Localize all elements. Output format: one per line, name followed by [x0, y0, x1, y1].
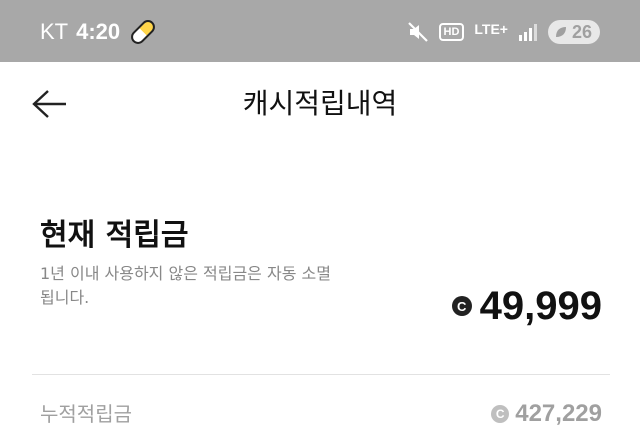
status-left: KT 4:20: [40, 16, 159, 48]
network-type-label: LTE+: [474, 21, 508, 37]
battery-indicator: 26: [547, 20, 600, 44]
status-time: 4:20: [76, 19, 121, 44]
status-bar: KT 4:20 HD LTE+ 26: [0, 0, 640, 62]
current-balance: C 49,999: [451, 284, 602, 328]
carrier-label: KT: [40, 19, 69, 44]
page-title: 캐시적립내역: [242, 87, 398, 120]
battery-level: 26: [571, 21, 592, 42]
battery-leaf-icon: [554, 25, 568, 39]
hd-voice-icon: HD: [438, 23, 465, 41]
divider: [32, 374, 610, 375]
pill-icon: [128, 17, 159, 47]
cash-coin-icon: C: [451, 296, 472, 316]
current-balance-value: 49,999: [479, 284, 602, 328]
current-balance-title: 현재 적립금: [40, 218, 189, 253]
cumulative-label: 누적적립금: [40, 402, 132, 426]
status-right: HD LTE+ 26: [407, 16, 600, 48]
screen: KT 4:20 HD LTE+ 26 캐시적립내역 현재 적립금 1년 이내 사…: [0, 0, 640, 440]
cumulative-balance: C 427,229: [491, 400, 602, 428]
mute-icon: [407, 21, 429, 43]
cash-coin-icon: C: [491, 405, 510, 423]
cumulative-value: 427,229: [515, 400, 602, 427]
app-header: 캐시적립내역: [0, 62, 640, 148]
expiry-notice: 1년 이내 사용하지 않은 적립금은 자동 소멸됩니다.: [40, 264, 331, 307]
signal-icon: [518, 22, 538, 42]
